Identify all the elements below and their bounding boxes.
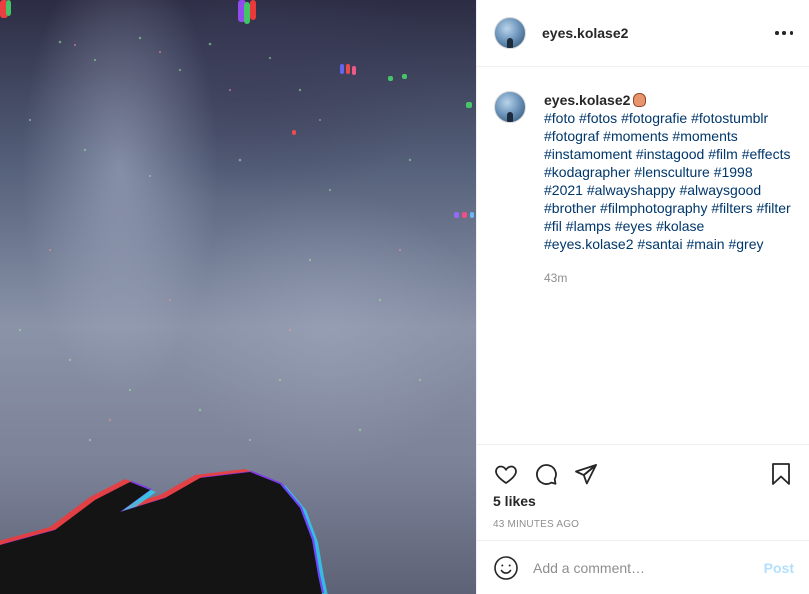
comment-input[interactable] xyxy=(533,559,764,576)
hashtag-link[interactable]: #fil xyxy=(544,218,562,234)
hand-emoji-icon xyxy=(633,93,647,107)
post-header: eyes.kolase2 xyxy=(477,0,809,67)
hashtag-link[interactable]: #main xyxy=(686,236,724,252)
hashtag-link[interactable]: #2021 xyxy=(544,182,583,198)
hashtag-link[interactable]: #alwayshappy xyxy=(587,182,676,198)
hashtag-link[interactable]: #filters xyxy=(711,200,752,216)
hashtag-link[interactable]: #fotos xyxy=(579,110,617,126)
hashtag-link[interactable]: #1998 xyxy=(714,164,753,180)
hashtag-link[interactable]: #foto xyxy=(544,110,575,126)
hashtag-link[interactable]: #instamoment xyxy=(544,146,632,162)
caption-username[interactable]: eyes.kolase2 xyxy=(544,92,630,108)
more-options-icon[interactable] xyxy=(775,24,793,42)
caption: eyes.kolase2 #foto #fotos #fotografie #f… xyxy=(494,91,794,287)
caption-avatar[interactable] xyxy=(494,91,526,123)
hashtag-link[interactable]: #film xyxy=(708,146,738,162)
bookmark-icon[interactable] xyxy=(768,461,794,487)
share-icon[interactable] xyxy=(573,461,599,487)
hashtag-link[interactable]: #effects xyxy=(742,146,791,162)
hashtag-link[interactable]: #alwaysgood xyxy=(679,182,761,198)
hashtag-link[interactable]: #kodagrapher xyxy=(544,164,630,180)
avatar[interactable] xyxy=(494,17,526,49)
hashtag-link[interactable]: #eyes.kolase2 xyxy=(544,236,634,252)
hashtag-link[interactable]: #moments xyxy=(603,128,668,144)
post-sidebar: eyes.kolase2 eyes.kolase2 #foto #fotos #… xyxy=(476,0,809,594)
hashtag-link[interactable]: #santai xyxy=(637,236,682,252)
action-bar xyxy=(493,445,794,497)
smiley-icon[interactable] xyxy=(493,555,519,581)
hashtag-link[interactable]: #filter xyxy=(756,200,790,216)
post-photo[interactable] xyxy=(0,0,476,594)
hashtag-link[interactable]: #filmphotography xyxy=(600,200,707,216)
hashtag-list: #foto #fotos #fotografie #fotostumblr #f… xyxy=(544,109,794,253)
comments-section: eyes.kolase2 #foto #fotos #fotografie #f… xyxy=(477,67,809,444)
hashtag-link[interactable]: #lamps xyxy=(566,218,611,234)
caption-timestamp[interactable]: 43m xyxy=(544,269,794,287)
hashtag-link[interactable]: #moments xyxy=(672,128,737,144)
hashtag-link[interactable]: #fotograf xyxy=(544,128,599,144)
hashtag-link[interactable]: #kolase xyxy=(656,218,704,234)
post-date[interactable]: 43 MINUTES AGO xyxy=(493,519,794,530)
comment-icon[interactable] xyxy=(533,461,559,487)
hashtag-link[interactable]: #fotostumblr xyxy=(691,110,768,126)
post-comment-button[interactable]: Post xyxy=(764,560,794,576)
hashtag-link[interactable]: #grey xyxy=(728,236,763,252)
like-count[interactable]: 5 likes xyxy=(493,493,794,509)
caption-body: eyes.kolase2 #foto #fotos #fotografie #f… xyxy=(544,91,794,287)
hashtag-link[interactable]: #lensculture xyxy=(634,164,710,180)
hashtag-link[interactable]: #eyes xyxy=(615,218,652,234)
add-comment-bar: Post xyxy=(477,540,809,594)
hashtag-link[interactable]: #brother xyxy=(544,200,596,216)
header-username[interactable]: eyes.kolase2 xyxy=(542,25,628,41)
hashtag-link[interactable]: #fotografie xyxy=(621,110,687,126)
post-actions: 5 likes 43 MINUTES AGO xyxy=(477,444,809,540)
heart-icon[interactable] xyxy=(493,461,519,487)
hashtag-link[interactable]: #instagood xyxy=(636,146,705,162)
photo-artwork xyxy=(0,0,474,594)
